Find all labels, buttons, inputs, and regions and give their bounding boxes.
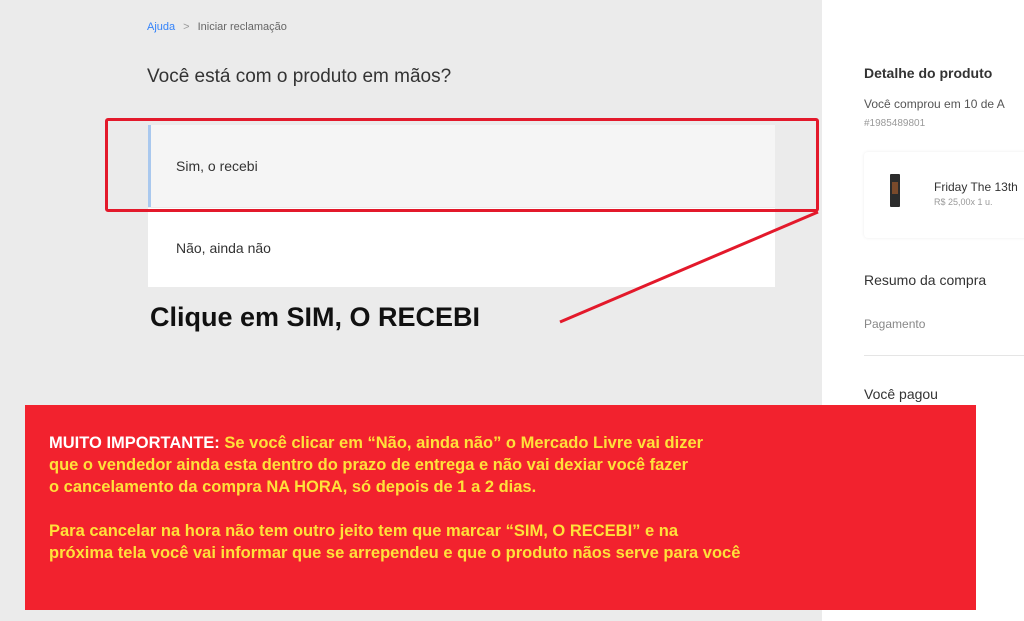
order-number: #1985489801 — [864, 118, 926, 129]
product-thumbnail — [890, 174, 900, 207]
payment-label: Pagamento — [864, 317, 926, 331]
product-price: R$ 25,00x 1 u. — [934, 197, 993, 207]
purchase-summary-title: Resumo da compra — [864, 272, 987, 288]
purchase-date: Você comprou em 10 de A — [864, 97, 1005, 111]
product-name: Friday The 13th — [934, 180, 1018, 194]
product-card[interactable]: Friday The 13th R$ 25,00x 1 u. — [864, 152, 1024, 238]
notice-line-2: que o vendedor ainda esta dentro do praz… — [49, 456, 689, 474]
notice-line-1: MUITO IMPORTANTE: Se você clicar em “Não… — [49, 432, 976, 454]
notice-line-3: o cancelamento da compra NA HORA, só dep… — [49, 478, 537, 496]
callout-text: Clique em SIM, O RECEBI — [150, 302, 481, 332]
notice-spacer — [49, 498, 976, 520]
amount-paid-label: Você pagou — [864, 386, 938, 402]
notice-line-1-text: Se você clicar em “Não, ainda não” o Mer… — [219, 434, 704, 452]
important-notice: MUITO IMPORTANTE: Se você clicar em “Não… — [25, 405, 976, 610]
sidebar-title: Detalhe do produto — [864, 65, 993, 81]
sidebar-divider — [864, 355, 1024, 356]
notice-line-4: Para cancelar na hora não tem outro jeit… — [49, 522, 679, 540]
notice-line-5: próxima tela você vai informar que se ar… — [49, 544, 741, 562]
notice-label: MUITO IMPORTANTE: — [49, 434, 220, 452]
